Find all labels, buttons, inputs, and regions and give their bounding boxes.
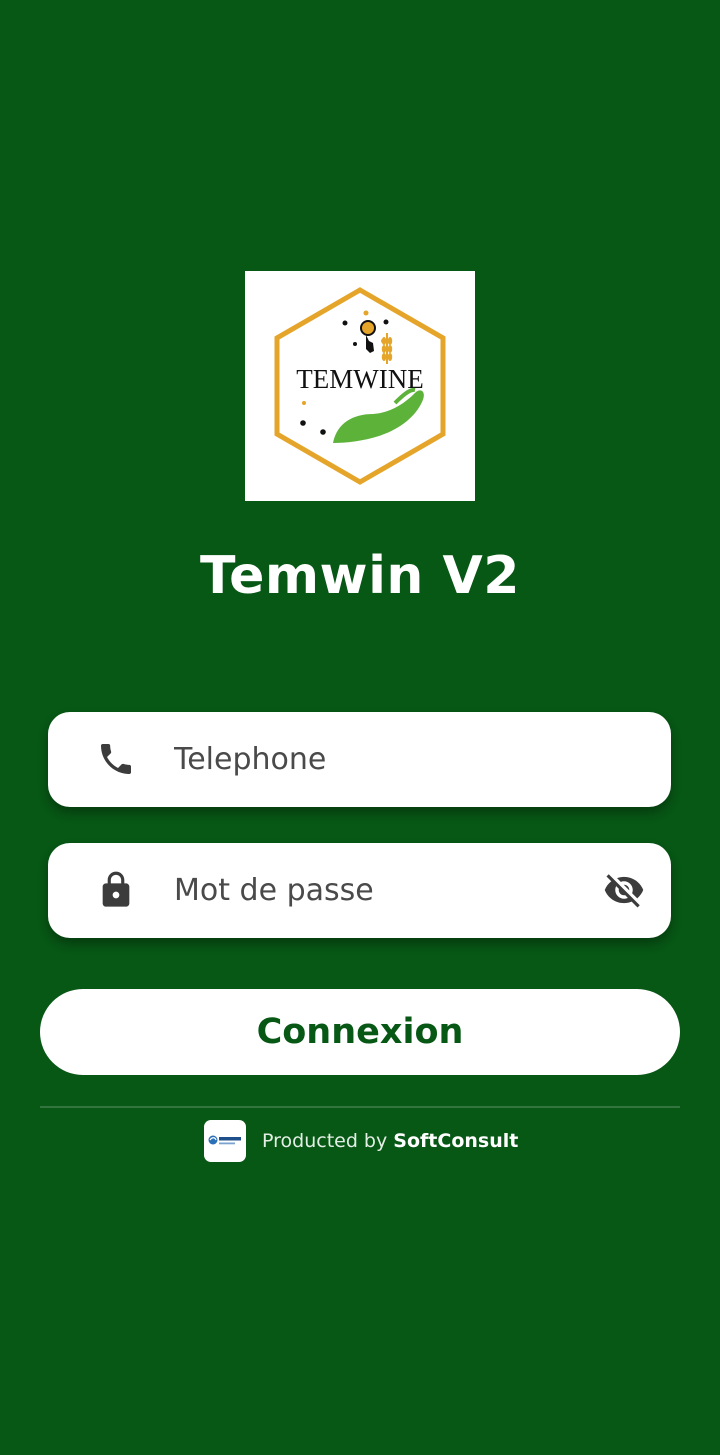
app-logo: TEMWINE <box>245 271 475 501</box>
password-input[interactable] <box>174 843 574 938</box>
phone-input[interactable] <box>174 712 574 807</box>
phone-field[interactable] <box>48 712 671 807</box>
footer: Producted by SoftConsult <box>204 1119 518 1162</box>
footer-credit: Producted by SoftConsult <box>262 1130 518 1152</box>
phone-icon <box>101 744 131 774</box>
eye-off-icon[interactable] <box>601 869 647 911</box>
lock-icon <box>102 871 130 907</box>
softconsult-logo-icon <box>204 1119 246 1162</box>
temwine-logo-icon: TEMWINE <box>274 287 446 485</box>
footer-brand: SoftConsult <box>393 1129 519 1152</box>
page-title: Temwin V2 <box>200 546 520 606</box>
footer-prefix: Producted by <box>262 1129 388 1152</box>
password-field[interactable] <box>48 843 671 938</box>
divider <box>40 1106 680 1108</box>
logo-wordmark: TEMWINE <box>296 364 423 394</box>
login-button[interactable]: Connexion <box>40 989 680 1075</box>
